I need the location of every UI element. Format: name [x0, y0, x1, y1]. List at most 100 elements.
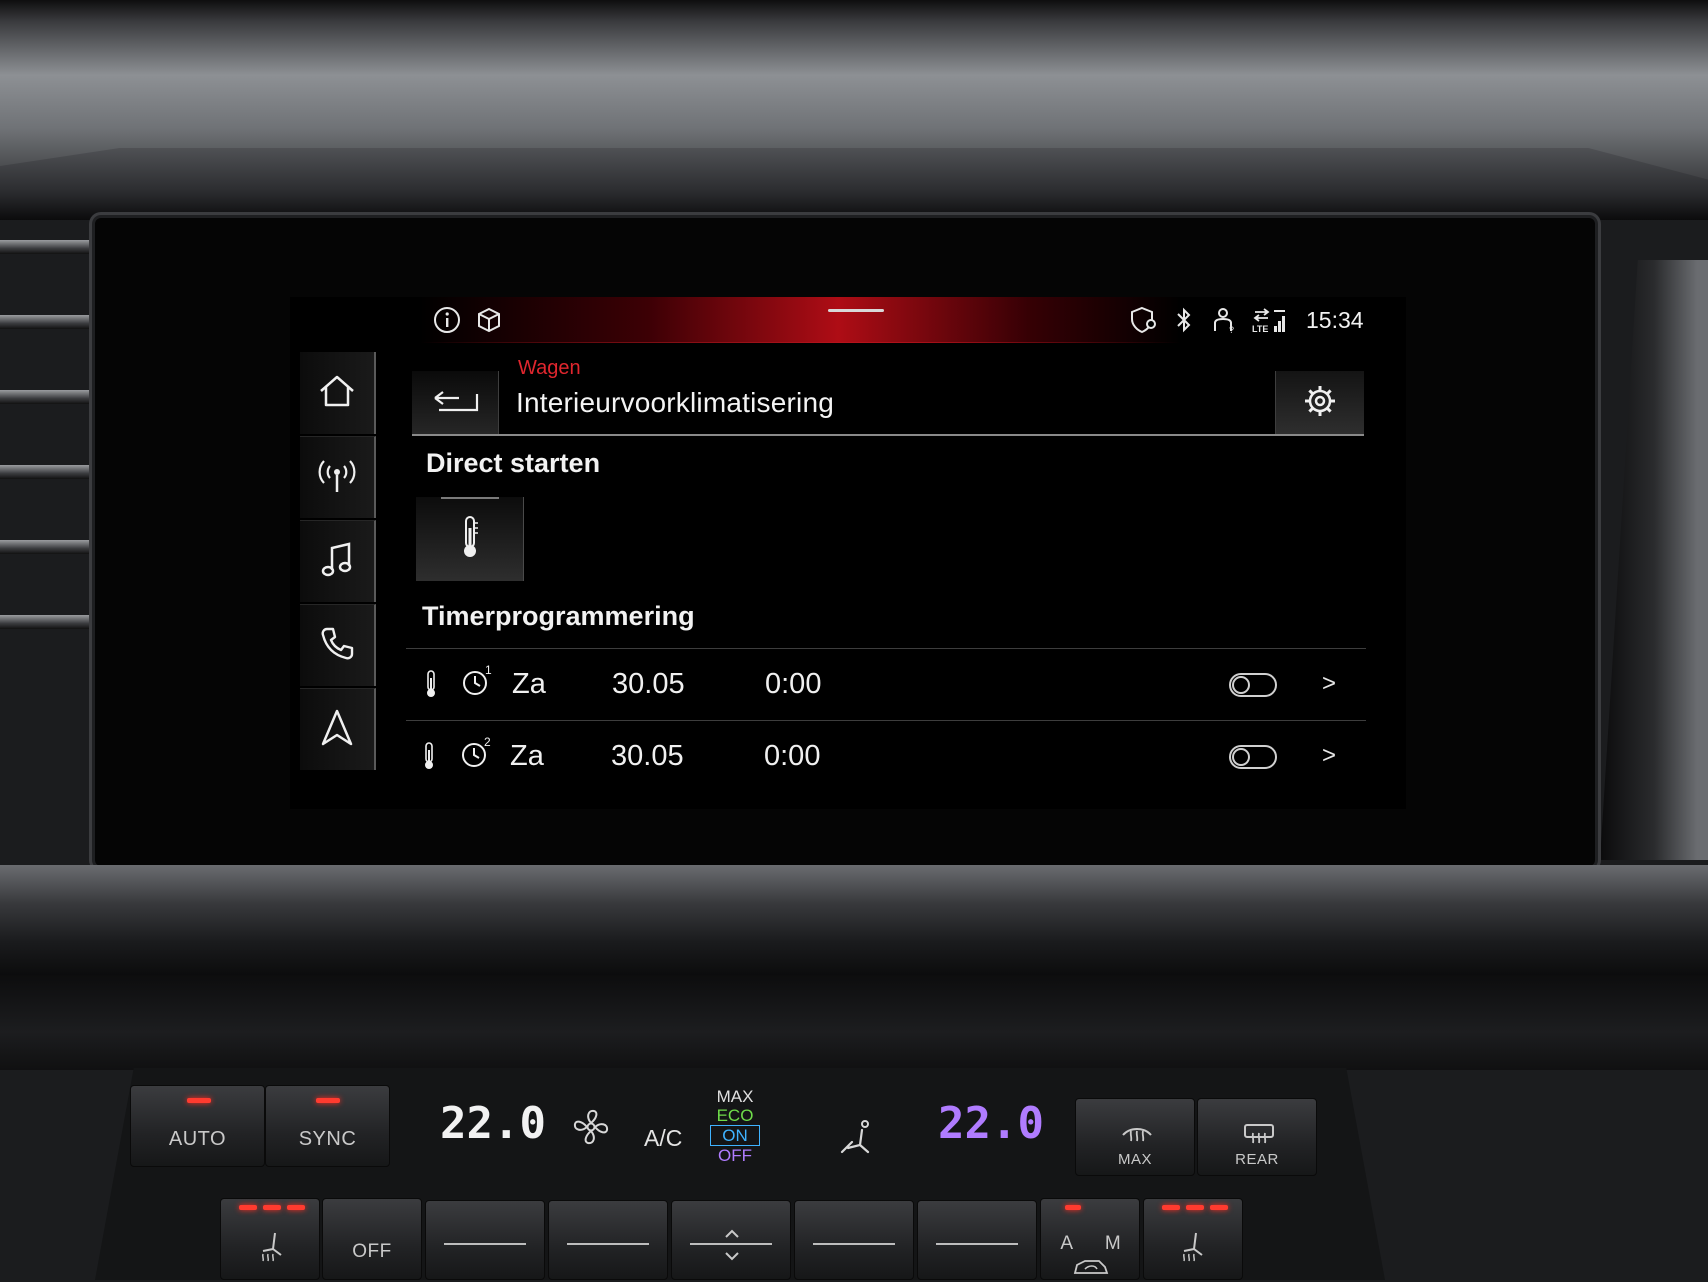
seat-heat-right-button[interactable]	[1143, 1198, 1243, 1280]
timer-date: 30.05	[612, 668, 685, 700]
seat-heat-left-button[interactable]	[220, 1198, 320, 1280]
slider-segment-center[interactable]	[671, 1200, 791, 1280]
seat-heat-icon	[259, 1229, 289, 1268]
sync-button[interactable]: SYNC	[265, 1085, 390, 1167]
timer-row[interactable]: 1 Za 30.05 0:00 >	[406, 649, 1366, 719]
air-vent-left	[0, 230, 100, 790]
ac-option-on: ON	[710, 1125, 760, 1146]
rear-window-defrost-icon	[1242, 1121, 1276, 1150]
toggle-knob	[1232, 748, 1250, 766]
chevron-right-icon[interactable]: >	[1322, 649, 1336, 719]
seat-heat-led-1	[1162, 1205, 1180, 1210]
nav-media-button[interactable]	[300, 520, 376, 602]
page-title: Interieurvoorklimatisering	[516, 387, 834, 418]
recirc-auto-label: A	[1060, 1233, 1074, 1254]
seat-heat-led-2	[263, 1205, 281, 1210]
temp-left-display: 22.0	[440, 1098, 546, 1149]
sync-label: SYNC	[298, 1128, 357, 1150]
rear-defrost-label: REAR	[1235, 1151, 1279, 1168]
dashboard-strip	[0, 975, 1708, 1070]
temp-right-display: 22.0	[938, 1098, 1044, 1149]
package-icon[interactable]	[474, 305, 504, 335]
nav-home-button[interactable]	[300, 352, 376, 434]
section-title-timer: Timerprogrammering	[422, 601, 695, 631]
location-shield-icon	[1128, 305, 1160, 335]
home-icon	[317, 373, 357, 413]
seat-heat-led-1	[239, 1205, 257, 1210]
drag-handle[interactable]	[828, 309, 884, 312]
chevron-up-down-icon	[722, 1227, 742, 1268]
status-bar-glow	[420, 297, 1180, 343]
info-icon[interactable]	[432, 305, 462, 335]
timer-time: 0:00	[765, 668, 822, 700]
seat-heat-led-3	[287, 1205, 305, 1210]
air-distribution-seat-icon[interactable]	[838, 1118, 878, 1162]
gear-icon	[1302, 383, 1338, 423]
ac-option-eco: ECO	[716, 1106, 754, 1125]
infotainment-screen: ? LTE 15:34 Wagen Interieurvoorklimatise…	[290, 297, 1406, 809]
timer-number: 2	[484, 735, 491, 749]
slider-segment[interactable]	[917, 1200, 1037, 1280]
chevron-right-icon[interactable]: >	[1322, 721, 1336, 791]
seat-heat-led-3	[1210, 1205, 1228, 1210]
timer-row[interactable]: 2 Za 30.05 0:00 >	[406, 721, 1366, 791]
slider-segment[interactable]	[794, 1200, 914, 1280]
recirc-led	[1065, 1205, 1081, 1210]
phone-icon	[318, 625, 356, 667]
navigation-icon	[320, 708, 354, 752]
fan-off-button[interactable]: OFF	[322, 1198, 422, 1280]
back-arrow-icon	[429, 386, 481, 420]
recirc-manual-label: M	[1104, 1233, 1122, 1254]
section-title-direct-start: Direct starten	[426, 448, 601, 478]
svg-text:LTE: LTE	[1252, 324, 1268, 334]
direct-start-button[interactable]	[416, 497, 524, 581]
lte-signal-icon: LTE	[1252, 305, 1286, 335]
max-defrost-button[interactable]: MAX	[1075, 1098, 1195, 1176]
settings-button[interactable]	[1275, 371, 1364, 434]
timer-toggle[interactable]	[1229, 673, 1277, 697]
svg-text:?: ?	[1229, 325, 1234, 334]
off-label: OFF	[352, 1241, 392, 1262]
dashboard-lower-trim	[0, 865, 1708, 975]
ac-option-max: MAX	[716, 1087, 754, 1106]
radio-icon	[316, 456, 358, 500]
timer-day: Za	[510, 740, 544, 772]
breadcrumb[interactable]: Wagen	[518, 357, 581, 380]
fan-icon[interactable]	[570, 1106, 612, 1152]
nav-navigation-button[interactable]	[300, 688, 376, 770]
slider-segment[interactable]	[548, 1200, 668, 1280]
timer-toggle[interactable]	[1229, 745, 1277, 769]
toggle-knob	[1232, 676, 1250, 694]
seat-heat-led-2	[1186, 1205, 1204, 1210]
bluetooth-icon	[1172, 305, 1196, 335]
recirculation-button[interactable]: A M	[1040, 1198, 1140, 1280]
auto-led	[187, 1098, 211, 1103]
nav-phone-button[interactable]	[300, 604, 376, 686]
side-navigation	[300, 352, 376, 772]
slider-segment[interactable]	[425, 1200, 545, 1280]
timer-day: Za	[512, 668, 546, 700]
max-defrost-label: MAX	[1117, 1151, 1152, 1168]
ac-mode-selector[interactable]: A/C MAX ECO ON OFF	[644, 1087, 790, 1167]
timer-number: 1	[485, 663, 492, 677]
seat-heat-icon	[1180, 1229, 1210, 1268]
ac-label: A/C	[644, 1125, 683, 1151]
windshield-defrost-icon	[1120, 1121, 1154, 1150]
rear-defrost-button[interactable]: REAR	[1197, 1098, 1317, 1176]
sync-led	[316, 1098, 340, 1103]
page-header: Wagen Interieurvoorklimatisering	[412, 349, 1364, 436]
music-icon	[319, 540, 355, 584]
thermometer-icon	[422, 742, 436, 770]
thermometer-icon	[459, 514, 481, 564]
ac-option-off: OFF	[718, 1146, 752, 1165]
thermometer-icon	[424, 670, 438, 698]
nav-radio-button[interactable]	[300, 436, 376, 518]
timer-date: 30.05	[611, 740, 684, 772]
auto-button[interactable]: AUTO	[130, 1085, 265, 1167]
user-icon: ?	[1210, 305, 1240, 335]
auto-label: AUTO	[168, 1128, 227, 1150]
dashboard-right-trim	[1600, 260, 1708, 860]
recirculation-car-icon	[1071, 1255, 1111, 1282]
timer-time: 0:00	[764, 740, 821, 772]
back-button[interactable]	[412, 371, 499, 434]
